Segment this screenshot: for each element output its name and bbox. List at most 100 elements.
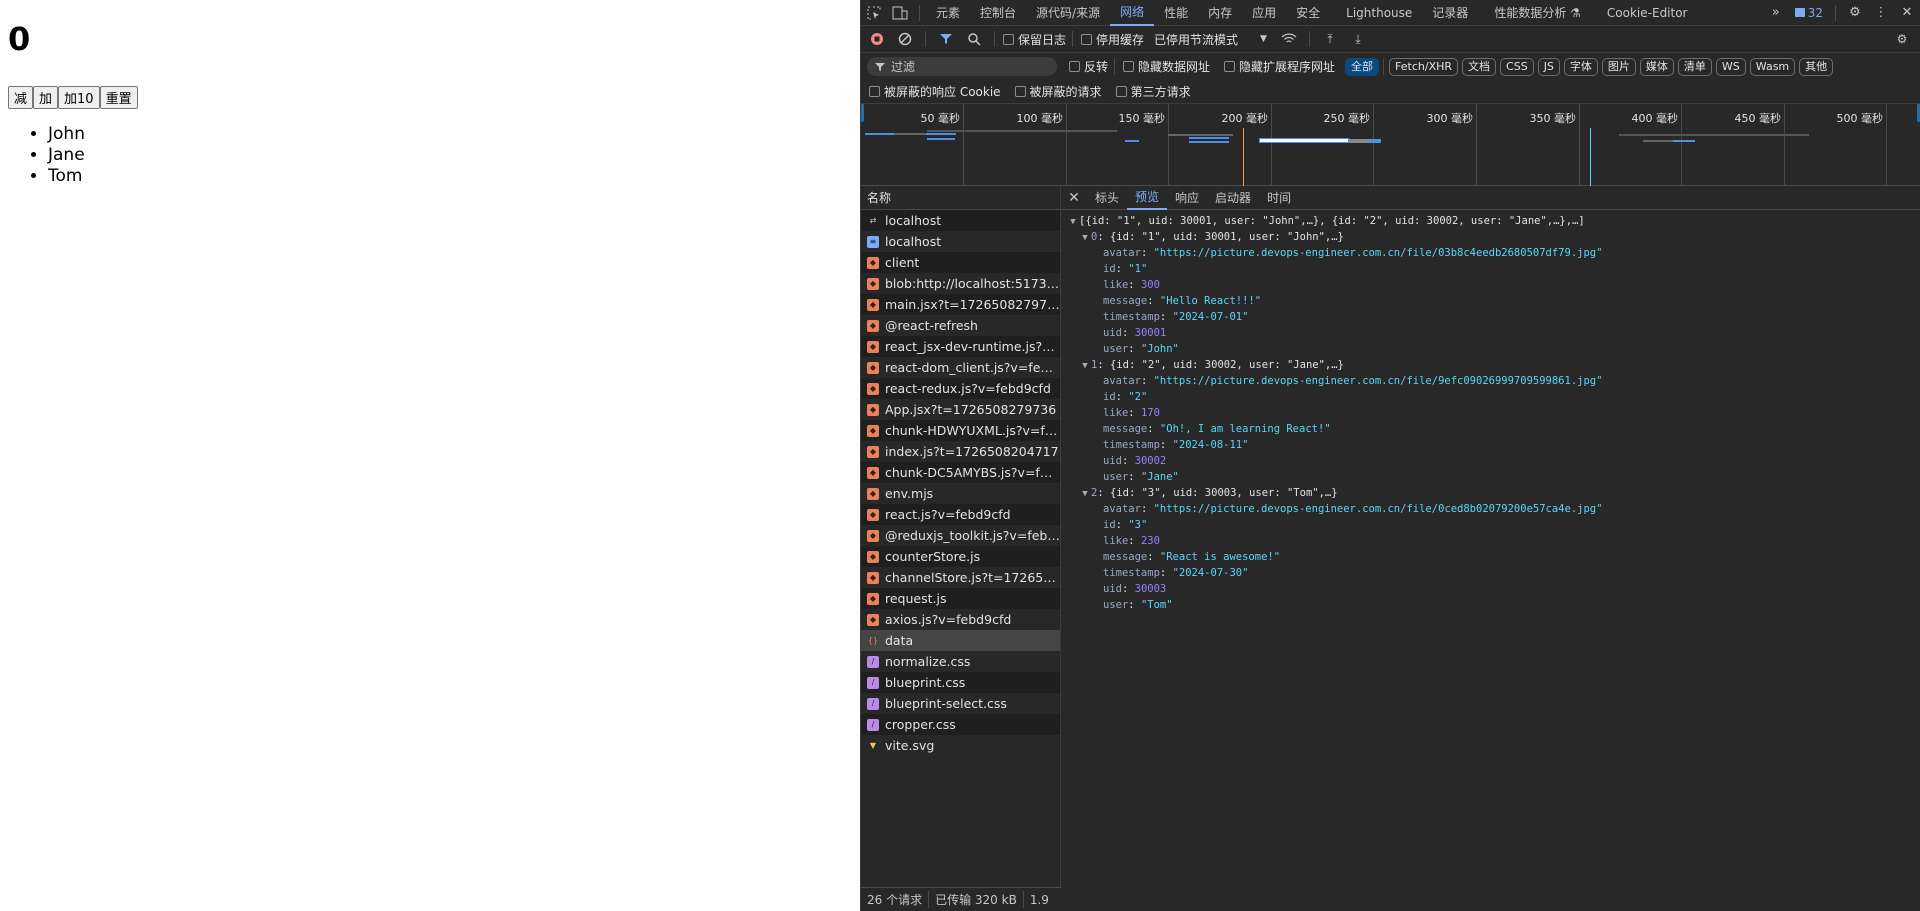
preserve-log-checkbox[interactable]: 保留日志 [1003, 31, 1066, 48]
tab-initiator[interactable]: 启动器 [1207, 186, 1259, 210]
tab-network[interactable]: 网络 [1110, 0, 1155, 26]
type-filter-js[interactable]: JS [1537, 57, 1560, 76]
request-row[interactable]: ◆ react-redux.js?v=febd9cfd [861, 378, 1060, 399]
request-row[interactable]: ◆ client [861, 252, 1060, 273]
tab-recorder[interactable]: 记录器 [1422, 0, 1478, 26]
type-filter-img[interactable]: 图片 [1601, 57, 1636, 76]
inspect-element-icon[interactable] [861, 0, 887, 26]
decrement-button[interactable]: 减 [8, 86, 34, 109]
expand-triangle-icon[interactable]: ▼ [1079, 230, 1091, 246]
json-root-row[interactable]: ▼ [{id: "1", uid: 30001, user: "John",…},… [1061, 213, 1920, 229]
request-row[interactable]: ◆ @react-refresh [861, 315, 1060, 336]
issues-count: 32 [1807, 5, 1823, 20]
type-filter-css[interactable]: CSS [1500, 57, 1534, 76]
tab-performance-insights[interactable]: 性能数据分析 ⚗ [1478, 0, 1591, 26]
hide-extension-urls-checkbox[interactable]: 隐藏扩展程序网址 [1224, 58, 1335, 75]
request-row[interactable]: ◆ chunk-DC5AMYBS.js?v=feb... [861, 462, 1060, 483]
json-item-row[interactable]: ▼ 2: {id: "3", uid: 30003, user: "Tom",…} [1061, 485, 1920, 501]
request-row[interactable]: / blueprint.css [861, 672, 1060, 693]
request-row[interactable]: ◆ react_jsx-dev-runtime.js?v=f... [861, 336, 1060, 357]
tab-lighthouse[interactable]: Lighthouse [1330, 0, 1422, 26]
record-stop-icon[interactable] [865, 27, 889, 51]
tab-preview[interactable]: 预览 [1127, 186, 1168, 210]
tab-performance[interactable]: 性能 [1154, 0, 1198, 26]
clear-icon[interactable] [893, 27, 917, 51]
blocked-cookies-checkbox[interactable]: 被屏蔽的响应 Cookie [869, 83, 1001, 100]
close-detail-icon[interactable]: ✕ [1061, 190, 1087, 206]
request-count: 26 个请求 [861, 891, 930, 908]
import-har-icon[interactable]: ⤒ [1318, 27, 1342, 51]
type-filter-ws[interactable]: WS [1715, 57, 1746, 76]
type-filter-font[interactable]: 字体 [1563, 57, 1598, 76]
settings-gear-icon[interactable]: ⚙ [1842, 0, 1868, 26]
type-filter-wasm[interactable]: Wasm [1749, 57, 1796, 76]
hide-data-urls-checkbox[interactable]: 隐藏数据网址 [1123, 58, 1210, 75]
type-filter-other[interactable]: 其他 [1799, 57, 1834, 76]
tab-application[interactable]: 应用 [1242, 0, 1286, 26]
json-item-row[interactable]: ▼ 0: {id: "1", uid: 30001, user: "John",…… [1061, 229, 1920, 245]
invert-checkbox[interactable]: 反转 [1069, 58, 1108, 75]
type-filter-all[interactable]: 全部 [1345, 57, 1380, 76]
type-filter-media[interactable]: 媒体 [1639, 57, 1674, 76]
overview-left-handle[interactable] [861, 104, 864, 122]
request-row[interactable]: ◆ App.jsx?t=1726508279736 [861, 399, 1060, 420]
request-row[interactable]: ◆ env.mjs [861, 483, 1060, 504]
add-ten-button[interactable]: 加10 [58, 86, 100, 109]
export-har-icon[interactable]: ⤓ [1346, 27, 1370, 51]
request-row[interactable]: / blueprint-select.css [861, 693, 1060, 714]
more-tabs-icon[interactable]: » [1763, 0, 1789, 26]
more-options-icon[interactable]: ⋮ [1868, 0, 1894, 26]
tab-sources[interactable]: 源代码/来源 [1026, 0, 1110, 26]
tab-memory[interactable]: 内存 [1198, 0, 1242, 26]
network-overview-timeline[interactable]: 50 毫秒 100 毫秒 150 毫秒 200 毫秒 250 毫秒 300 毫秒 350 毫… [861, 104, 1920, 186]
filter-icon[interactable] [934, 27, 958, 51]
expand-triangle-icon[interactable]: ▼ [1079, 358, 1091, 374]
tab-cookie-editor[interactable]: Cookie-Editor [1591, 0, 1698, 26]
throttling-select[interactable]: 已停用节流模式 ▼ [1154, 31, 1267, 48]
request-row[interactable]: {} data [861, 630, 1060, 651]
request-row[interactable]: ◆ main.jsx?t=1726508279736 [861, 294, 1060, 315]
close-devtools-icon[interactable]: ✕ [1894, 0, 1920, 26]
disable-cache-checkbox[interactable]: 停用缓存 [1081, 31, 1144, 48]
request-row[interactable]: ◆ blob:http://localhost:5173/d... [861, 273, 1060, 294]
request-row[interactable]: ◆ axios.js?v=febd9cfd [861, 609, 1060, 630]
request-row[interactable]: / cropper.css [861, 714, 1060, 735]
request-row[interactable]: ◆ chunk-HDWYUXML.js?v=fe... [861, 420, 1060, 441]
type-filter-fetch-xhr[interactable]: Fetch/XHR [1389, 57, 1459, 76]
expand-triangle-icon[interactable]: ▼ [1067, 214, 1079, 230]
request-row[interactable]: ◆ request.js [861, 588, 1060, 609]
request-row[interactable]: ◆ channelStore.js?t=17265082... [861, 567, 1060, 588]
request-row[interactable]: ≡ localhost [861, 231, 1060, 252]
tab-headers[interactable]: 标头 [1087, 186, 1127, 210]
json-item-row[interactable]: ▼ 1: {id: "2", uid: 30002, user: "Jane",…… [1061, 357, 1920, 373]
request-row[interactable]: ◆ index.js?t=1726508204717 [861, 441, 1060, 462]
reset-button[interactable]: 重置 [99, 86, 138, 109]
name-column-header[interactable]: 名称 [861, 186, 1060, 210]
message-icon [1794, 8, 1805, 17]
blocked-requests-checkbox[interactable]: 被屏蔽的请求 [1014, 83, 1102, 100]
tab-timing[interactable]: 时间 [1259, 186, 1299, 210]
tab-response[interactable]: 响应 [1167, 186, 1207, 210]
filter-input[interactable]: 过滤 [867, 57, 1057, 76]
search-icon[interactable] [962, 27, 986, 51]
request-row[interactable]: / normalize.css [861, 651, 1060, 672]
expand-triangle-icon[interactable]: ▼ [1079, 486, 1091, 502]
request-row[interactable]: ◆ counterStore.js [861, 546, 1060, 567]
third-party-checkbox[interactable]: 第三方请求 [1115, 83, 1191, 100]
network-settings-icon[interactable]: ⚙ [1890, 27, 1914, 51]
type-filter-manifest[interactable]: 清单 [1677, 57, 1712, 76]
type-filter-doc[interactable]: 文档 [1462, 57, 1497, 76]
request-row[interactable]: ◆ react.js?v=febd9cfd [861, 504, 1060, 525]
tab-elements[interactable]: 元素 [926, 0, 970, 26]
request-row[interactable]: ▼ vite.svg [861, 735, 1060, 756]
request-row[interactable]: ◆ @reduxjs_toolkit.js?v=febd9... [861, 525, 1060, 546]
tab-security[interactable]: 安全 [1286, 0, 1330, 26]
request-row[interactable]: ⇄ localhost [861, 210, 1060, 231]
increment-button[interactable]: 加 [33, 86, 59, 109]
issues-badge[interactable]: 32 [1789, 6, 1829, 20]
device-toolbar-icon[interactable] [887, 0, 913, 26]
network-conditions-icon[interactable] [1277, 27, 1301, 51]
json-property-row: user: "Jane" [1061, 469, 1920, 485]
request-row[interactable]: ◆ react-dom_client.js?v=febd9... [861, 357, 1060, 378]
tab-console[interactable]: 控制台 [970, 0, 1026, 26]
